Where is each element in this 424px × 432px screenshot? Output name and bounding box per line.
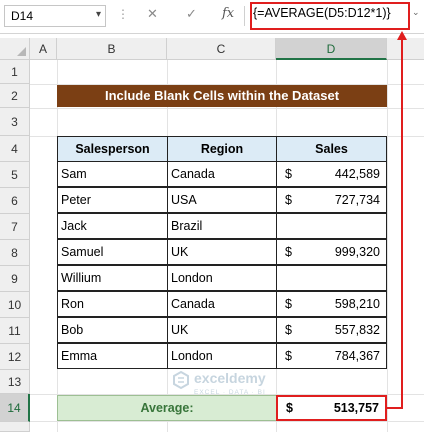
grid-line [30,421,424,422]
table-cell-name[interactable]: Ron [57,291,168,317]
table-cell-name[interactable]: Peter [57,187,168,213]
row-header-8[interactable]: 8 [0,240,30,266]
sales-value: 598,210 [334,297,380,311]
table-cell-region[interactable]: UK [167,239,277,265]
table-header-region[interactable]: Region [167,136,277,162]
column-header-c[interactable]: C [167,38,276,60]
row-header-12[interactable]: 12 [0,344,30,370]
expand-formula-bar-icon[interactable]: ⌄ [412,7,420,18]
row-header-2[interactable]: 2 [0,84,30,108]
average-label[interactable]: Average: [57,395,277,421]
table-cell-sales[interactable]: $784,367 [276,343,387,369]
table-cell-region[interactable]: Canada [167,161,277,187]
formula-highlight-box [250,2,410,30]
sales-value: 999,320 [334,245,380,259]
table-cell-name[interactable]: Bob [57,317,168,343]
currency-symbol: $ [285,297,292,311]
table-cell-sales[interactable] [276,265,387,291]
exceldemy-logo-icon [173,371,189,389]
row-header-3[interactable]: 3 [0,108,30,136]
table-cell-sales[interactable]: $557,832 [276,317,387,343]
sheet-title: Include Blank Cells within the Dataset [57,85,387,107]
currency-symbol: $ [285,167,292,181]
table-header-salesperson[interactable]: Salesperson [57,136,168,162]
row-header-9[interactable]: 9 [0,266,30,292]
grid-line [30,108,424,109]
confirm-icon[interactable]: ✓ [186,6,197,22]
row-header-11[interactable]: 11 [0,318,30,344]
table-cell-sales[interactable] [276,213,387,239]
currency-symbol: $ [285,349,292,363]
sales-value: 442,589 [334,167,380,181]
row-header-14[interactable]: 14 [0,394,30,422]
table-cell-sales[interactable]: $999,320 [276,239,387,265]
select-all-button[interactable] [0,38,30,60]
formula-separator [244,6,245,26]
row-header-5[interactable]: 5 [0,162,30,188]
table-cell-sales[interactable]: $442,589 [276,161,387,187]
column-header-a[interactable]: A [30,38,57,60]
table-cell-name[interactable]: Sam [57,161,168,187]
currency-symbol: $ [286,401,293,415]
row-header-15[interactable] [0,422,30,432]
row-header-10[interactable]: 10 [0,292,30,318]
table-cell-region[interactable]: Brazil [167,213,277,239]
average-value-cell[interactable]: $ 513,757 [276,395,387,421]
row-header-13[interactable]: 13 [0,370,30,394]
table-cell-region[interactable]: UK [167,317,277,343]
name-box[interactable]: D14 ▾ [4,5,106,27]
row-header-4[interactable]: 4 [0,136,30,162]
table-cell-name[interactable]: Samuel [57,239,168,265]
sales-value: 727,734 [334,193,380,207]
table-cell-name[interactable]: Willium [57,265,168,291]
drag-handle-icon[interactable]: ⋮ [117,7,129,21]
table-cell-name[interactable]: Emma [57,343,168,369]
table-header-sales[interactable]: Sales [276,136,387,162]
cancel-icon[interactable]: ✕ [147,6,158,22]
average-value: 513,757 [333,401,379,415]
insert-function-icon[interactable]: fx [222,6,234,21]
table-cell-region[interactable]: London [167,265,277,291]
currency-symbol: $ [285,323,292,337]
table-cell-region[interactable]: USA [167,187,277,213]
currency-symbol: $ [285,245,292,259]
currency-symbol: $ [285,193,292,207]
sales-value: 784,367 [334,349,380,363]
watermark-title: exceldemy [194,370,266,386]
row-header-7[interactable]: 7 [0,214,30,240]
chevron-down-icon[interactable]: ▾ [96,9,101,20]
sales-value: 557,832 [334,323,380,337]
table-cell-name[interactable]: Jack [57,213,168,239]
column-header-d[interactable]: D [276,38,387,60]
column-header-b[interactable]: B [57,38,167,60]
table-cell-sales[interactable]: $598,210 [276,291,387,317]
table-cell-sales[interactable]: $727,734 [276,187,387,213]
row-header-6[interactable]: 6 [0,188,30,214]
grid-line [387,60,388,432]
table-cell-region[interactable]: Canada [167,291,277,317]
table-cell-region[interactable]: London [167,343,277,369]
row-header-1[interactable]: 1 [0,60,30,84]
name-box-value: D14 [11,9,34,23]
column-header-e[interactable] [387,38,424,60]
